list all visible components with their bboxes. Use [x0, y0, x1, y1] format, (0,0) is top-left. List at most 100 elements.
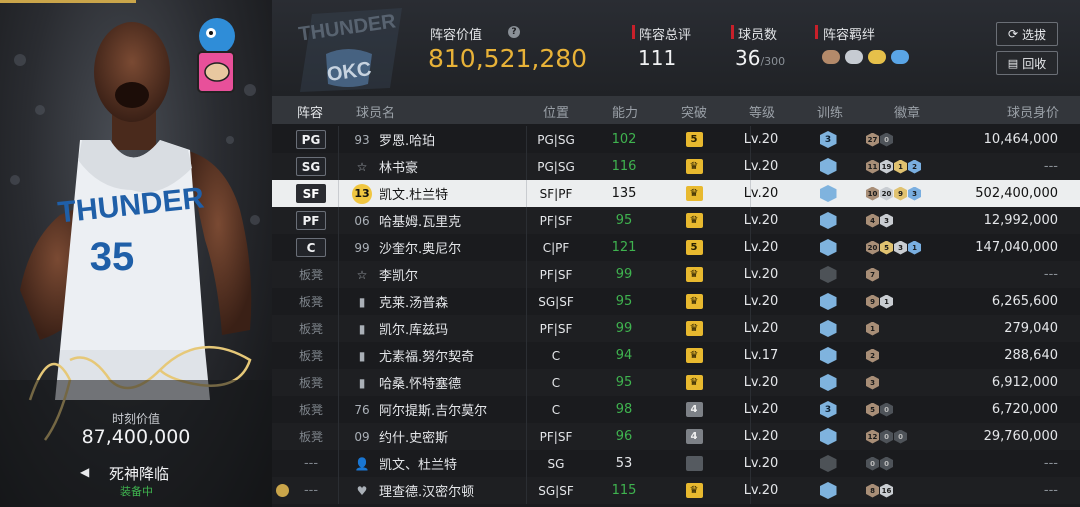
training-badge[interactable]	[818, 180, 838, 207]
col-breakthrough[interactable]: 突破	[681, 102, 707, 121]
slot-label: 板凳	[298, 430, 323, 444]
player-level: Lv.20	[743, 456, 779, 471]
breakthrough-badge[interactable]: 5	[684, 126, 704, 153]
card-prev-arrow[interactable]: ◀	[80, 465, 89, 479]
jersey-number: 76	[354, 402, 370, 417]
badge-icon: 27	[866, 132, 879, 147]
player-name[interactable]: 凯文.杜兰特	[379, 180, 448, 207]
col-badges[interactable]: 徽章	[894, 102, 920, 121]
training-badge[interactable]	[818, 369, 838, 396]
player-name[interactable]: 罗恩.哈珀	[379, 126, 435, 153]
breakthrough-badge[interactable]	[684, 450, 704, 477]
player-name[interactable]: 林书豪	[379, 153, 418, 180]
breakthrough-badge[interactable]: ♛	[684, 342, 704, 369]
breakthrough-badge[interactable]: 4	[684, 396, 704, 423]
breakthrough-badge[interactable]: ♛	[684, 315, 704, 342]
training-badge[interactable]	[818, 423, 838, 450]
training-badge[interactable]	[818, 261, 838, 288]
badge-list[interactable]: 1	[866, 315, 880, 342]
training-badge[interactable]	[818, 342, 838, 369]
breakthrough-badge[interactable]: ♛	[684, 261, 704, 288]
table-row[interactable]: C 99 沙奎尔.奥尼尔 C|PF 121 5 Lv.20 20 5 3 1 147,040,000	[272, 234, 1080, 261]
breakthrough-badge[interactable]: ♛	[684, 477, 704, 504]
player-name[interactable]: 凯文、杜兰特	[379, 450, 457, 477]
badge-list[interactable]: 27 0	[866, 126, 894, 153]
breakthrough-badge[interactable]: ♛	[684, 153, 704, 180]
table-row[interactable]: 板凳 09 约什.史密斯 PF|SF 96 4 Lv.20 12 0 0 29,760,000	[272, 423, 1080, 450]
player-name[interactable]: 尤素福.努尔契奇	[379, 342, 474, 369]
player-name[interactable]: 约什.史密斯	[379, 423, 448, 450]
card-sticker-icon	[184, 14, 250, 100]
badge-list[interactable]: 00	[866, 450, 894, 477]
training-badge[interactable]	[818, 477, 838, 504]
badge-list[interactable]: 10 20 9 3	[866, 180, 922, 207]
badge-icon: 9	[866, 294, 879, 309]
badge-list[interactable]: 2	[866, 342, 880, 369]
table-row[interactable]: SG ☆ 林书豪 PG|SG 116 ♛ Lv.20 11 19 1 2 ---	[272, 153, 1080, 180]
player-name[interactable]: 哈基姆.瓦里克	[379, 207, 461, 234]
training-badge[interactable]	[818, 450, 838, 477]
overall-label: 阵容总评	[639, 28, 692, 43]
breakthrough-badge[interactable]: 4	[684, 423, 704, 450]
col-level[interactable]: 等级	[749, 102, 775, 121]
player-name[interactable]: 沙奎尔.奥尼尔	[379, 234, 461, 261]
table-row[interactable]: --- ♥ 理查德.汉密尔顿 SG|SF 115 ♛ Lv.20 8 16 ---	[272, 477, 1080, 504]
training-badge[interactable]	[818, 207, 838, 234]
col-rating[interactable]: 能力	[612, 102, 638, 121]
training-icon	[819, 374, 837, 391]
breakthrough-badge[interactable]: ♛	[684, 369, 704, 396]
player-rating: 94	[615, 348, 633, 363]
badge-list[interactable]: 20 5 3 1	[866, 234, 922, 261]
table-row[interactable]: PF 06 哈基姆.瓦里克 PF|SF 95 ♛ Lv.20 4 3 12,992,000	[272, 207, 1080, 234]
col-lineup[interactable]: 阵容	[297, 102, 323, 121]
training-badge[interactable]: 3	[818, 126, 838, 153]
col-training[interactable]: 训练	[817, 102, 843, 121]
training-badge[interactable]	[818, 315, 838, 342]
select-button[interactable]: ⟳ 选拔	[996, 22, 1058, 46]
slot-label: PF	[296, 211, 326, 230]
player-card[interactable]: THUNDER 35 时刻价值 87,400,000 ◀ 死神降临 装备中	[0, 0, 272, 507]
training-badge[interactable]	[818, 288, 838, 315]
table-row[interactable]: 板凳 ☆ 李凯尔 PF|SF 99 ♛ Lv.20 7 ---	[272, 261, 1080, 288]
player-name[interactable]: 李凯尔	[379, 261, 418, 288]
player-name[interactable]: 凯尔.库兹玛	[379, 315, 448, 342]
player-name[interactable]: 阿尔提斯.吉尔莫尔	[379, 396, 487, 423]
col-value[interactable]: 球员身价	[1007, 102, 1059, 121]
table-row[interactable]: --- 👤 凯文、杜兰特 SG 53 Lv.20 0 0 ---	[272, 450, 1080, 477]
badge-list[interactable]: 50	[866, 396, 894, 423]
player-name[interactable]: 理查德.汉密尔顿	[379, 477, 474, 504]
table-row[interactable]: 板凳 76 阿尔提斯.吉尔莫尔 C 98 4 Lv.20 3 5 0 6,720,000	[272, 396, 1080, 423]
badge-list[interactable]: 7	[866, 261, 880, 288]
table-row[interactable]: 板凳 ▮ 尤素福.努尔契奇 C 94 ♛ Lv.17 2 288,640	[272, 342, 1080, 369]
badge-list[interactable]: 11 19 1 2	[866, 153, 922, 180]
table-row[interactable]: 板凳 ▮ 凯尔.库兹玛 PF|SF 99 ♛ Lv.20 1 279,040	[272, 315, 1080, 342]
training-badge[interactable]: 3	[818, 396, 838, 423]
player-name[interactable]: 哈桑.怀特塞德	[379, 369, 461, 396]
col-name[interactable]: 球员名	[356, 102, 395, 121]
player-type-icon: ▮	[358, 375, 366, 390]
chemistry-icons[interactable]	[822, 50, 909, 64]
breakthrough-badge[interactable]: 5	[684, 234, 704, 261]
badge-list[interactable]: 91	[866, 288, 894, 315]
badge-icon: 0	[880, 402, 893, 417]
breakthrough-badge[interactable]: ♛	[684, 288, 704, 315]
training-badge[interactable]	[818, 234, 838, 261]
team-value-help-icon[interactable]: ?	[508, 26, 520, 38]
recycle-button[interactable]: ▤ 回收	[996, 51, 1058, 75]
row-slot: ---	[291, 450, 331, 477]
slot-label: ---	[303, 456, 319, 471]
table-row[interactable]: 板凳 ▮ 哈桑.怀特塞德 C 95 ♛ Lv.20 3 6,912,000	[272, 369, 1080, 396]
table-row[interactable]: 板凳 ▮ 克莱.汤普森 SG|SF 95 ♛ Lv.20 9 1 6,265,600	[272, 288, 1080, 315]
player-name[interactable]: 克莱.汤普森	[379, 288, 448, 315]
badge-list[interactable]: 8 16	[866, 477, 894, 504]
table-row[interactable]: PG 93 罗恩.哈珀 PG|SG 102 5 Lv.20 3 27 0 10,464,000	[272, 126, 1080, 153]
badge-list[interactable]: 3	[866, 369, 880, 396]
badge-list[interactable]: 12 0 0	[866, 423, 908, 450]
breakthrough-badge[interactable]: ♛	[684, 207, 704, 234]
badge-list[interactable]: 43	[866, 207, 894, 234]
breakthrough-badge[interactable]: ♛	[684, 180, 704, 207]
player-level: Lv.20	[743, 375, 779, 390]
table-row[interactable]: SF 13 凯文.杜兰特 SF|PF 135 ♛ Lv.20 10 20 9 3 502,400,00…	[272, 180, 1080, 207]
col-position[interactable]: 位置	[543, 102, 569, 121]
training-badge[interactable]	[818, 153, 838, 180]
